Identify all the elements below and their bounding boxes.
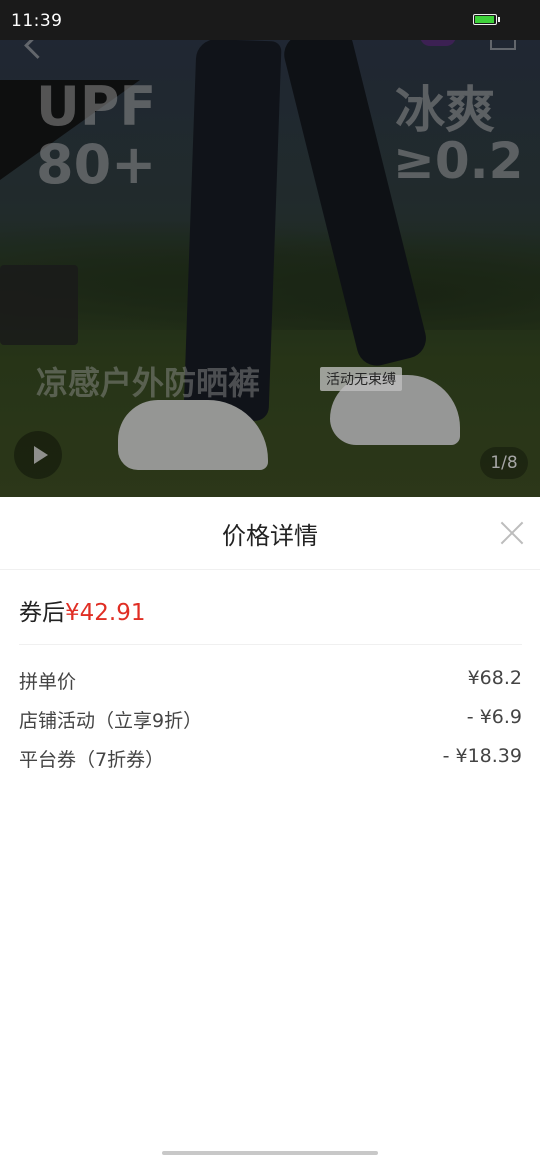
price-row-platform-coupon: 平台券（7折券） - ¥18.39 xyxy=(19,745,522,775)
overlay-dim[interactable] xyxy=(0,40,540,497)
product-image-carousel[interactable]: UPF 80+ 冰爽 ≥0.2 凉感户外防晒裤 活动无束缚 1/8 xyxy=(0,40,540,497)
battery-tip xyxy=(498,17,500,22)
sheet-header: 价格详情 xyxy=(0,497,540,570)
final-price-amount: ¥42.91 xyxy=(65,600,146,626)
battery-level xyxy=(475,16,494,23)
price-row-value: - ¥18.39 xyxy=(442,745,522,767)
home-indicator[interactable] xyxy=(162,1151,378,1155)
status-bar: 11:39 xyxy=(0,0,540,40)
price-row-label: 拼单价 xyxy=(19,671,77,693)
price-row-store-promo: 店铺活动（立享9折） - ¥6.9 xyxy=(19,706,522,736)
price-row-label: 平台券（7折券） xyxy=(19,749,165,771)
close-icon[interactable] xyxy=(499,520,525,546)
price-row-label: 店铺活动（立享9折） xyxy=(19,710,203,732)
battery-icon xyxy=(473,14,497,25)
divider xyxy=(19,644,522,645)
status-time: 11:39 xyxy=(11,11,63,31)
price-row-value: - ¥6.9 xyxy=(466,706,522,728)
final-price-label: 券后 xyxy=(19,600,65,626)
price-detail-sheet: 价格详情 券后¥42.91 拼单价 ¥68.2 店铺活动（立享9折） - ¥6.… xyxy=(0,497,540,1157)
final-price: 券后¥42.91 xyxy=(19,593,145,627)
price-row-group-price: 拼单价 ¥68.2 xyxy=(19,667,522,697)
price-row-value: ¥68.2 xyxy=(467,667,522,689)
sheet-title: 价格详情 xyxy=(222,522,318,550)
